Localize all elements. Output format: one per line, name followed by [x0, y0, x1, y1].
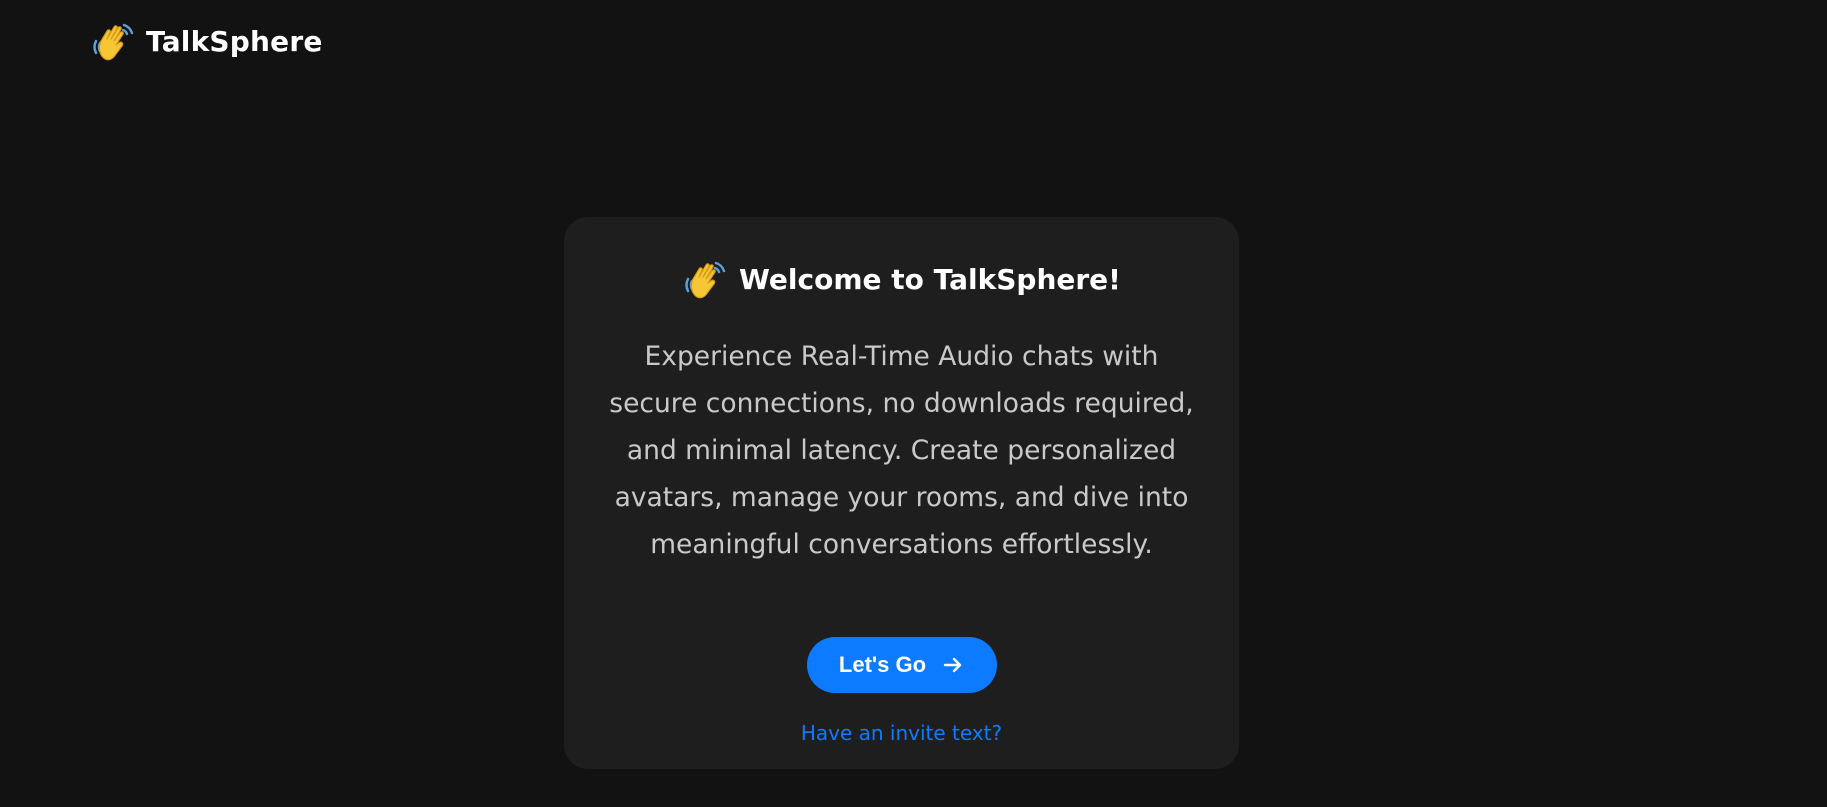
brand-name: TalkSphere	[146, 24, 323, 58]
waving-hand-icon	[93, 23, 134, 61]
welcome-card: Welcome to TalkSphere! Experience Real-T…	[564, 217, 1239, 769]
brand-logo[interactable]: TalkSphere	[90, 18, 323, 64]
card-title: Welcome to TalkSphere!	[739, 262, 1121, 296]
arrow-right-icon	[943, 657, 962, 672]
lets-go-button-label: Let's Go	[838, 651, 927, 677]
waving-hand-icon	[685, 261, 726, 299]
card-header: Welcome to TalkSphere!	[682, 255, 1121, 303]
invite-link[interactable]: Have an invite text?	[801, 721, 1002, 745]
card-description: Experience Real-Time Audio chats with se…	[609, 341, 1194, 560]
lets-go-button[interactable]: Let's Go	[806, 636, 997, 693]
landing-page: TalkSphere Welcome to TalkSphere! Experi…	[0, 0, 1827, 807]
